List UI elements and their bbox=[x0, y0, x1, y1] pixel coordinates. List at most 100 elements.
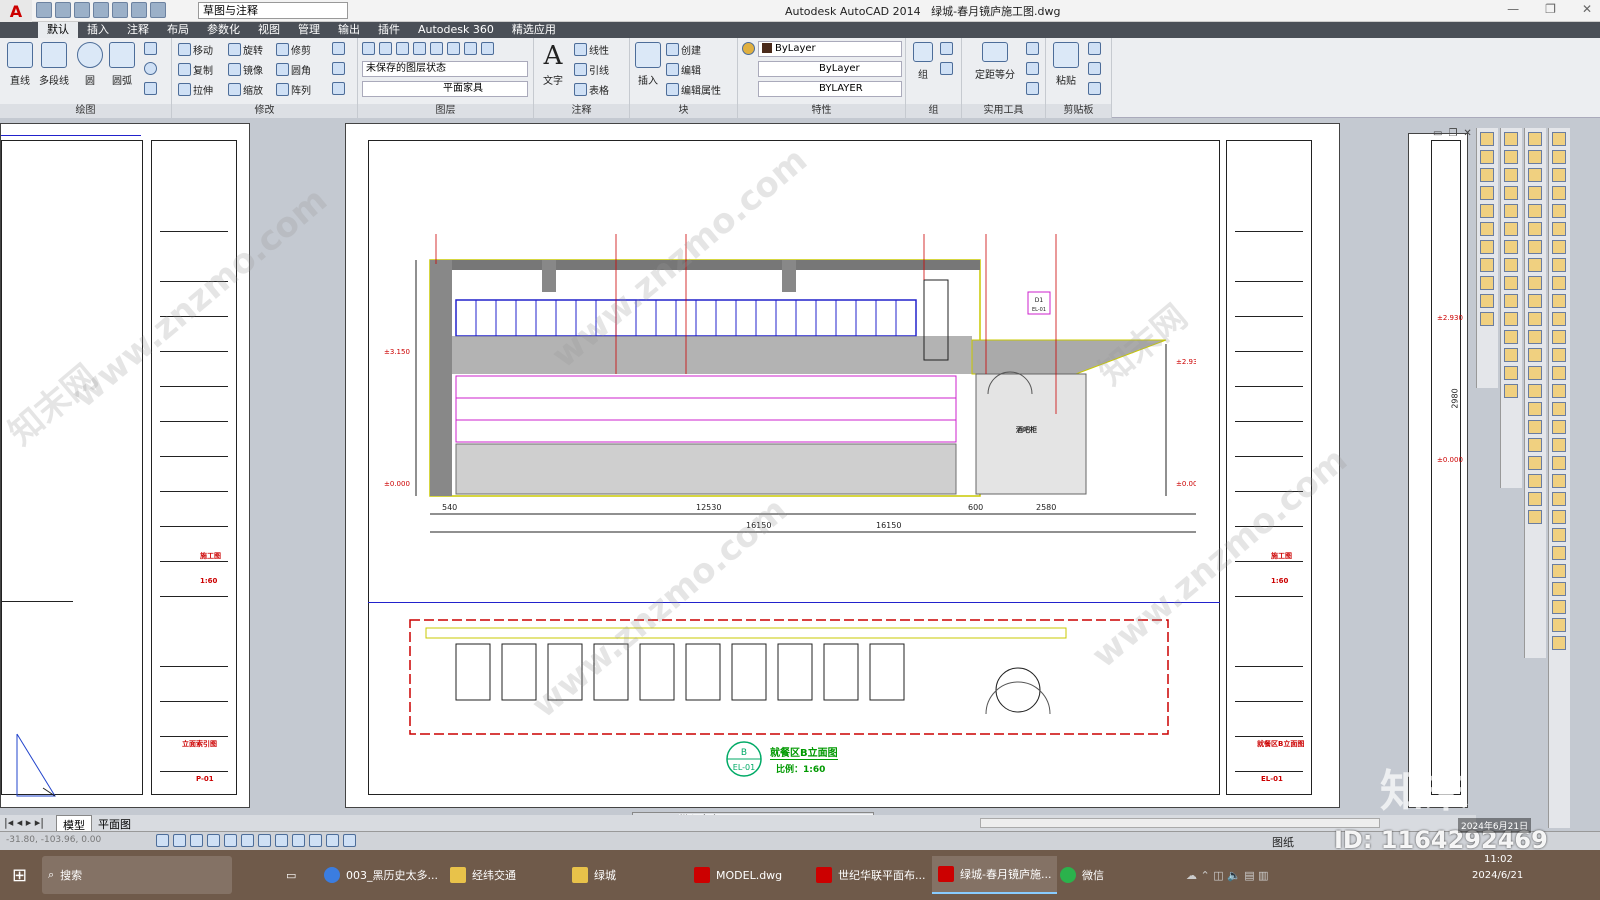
polar-icon[interactable] bbox=[207, 834, 220, 847]
tab-autodesk360[interactable]: Autodesk 360 bbox=[409, 22, 503, 38]
mirror-tool[interactable]: 镜像 bbox=[228, 62, 263, 77]
layer-properties-icon[interactable] bbox=[362, 42, 375, 55]
taskbar-item-autocad-2[interactable]: 世纪华联平面布... bbox=[810, 856, 932, 894]
paste-tool[interactable]: 粘贴 bbox=[1052, 42, 1080, 87]
quick-calc-tool[interactable] bbox=[1026, 42, 1039, 55]
edit-attributes-tool[interactable]: 编辑属性 bbox=[666, 82, 721, 97]
tool-icon[interactable] bbox=[1552, 618, 1566, 632]
tool-icon[interactable] bbox=[1552, 186, 1566, 200]
tool-icon[interactable] bbox=[1480, 312, 1494, 326]
tool-icon[interactable] bbox=[1552, 330, 1566, 344]
tool-icon[interactable] bbox=[1552, 366, 1566, 380]
layer-previous-icon[interactable] bbox=[396, 42, 409, 55]
close-button[interactable]: ✕ bbox=[1582, 2, 1592, 16]
tool-icon[interactable] bbox=[1528, 456, 1542, 470]
tool-icon[interactable] bbox=[1528, 222, 1542, 236]
tool-icon[interactable] bbox=[1504, 294, 1518, 308]
annotation-panel-label[interactable]: 注释 bbox=[534, 104, 629, 118]
snap-icon[interactable] bbox=[156, 834, 169, 847]
explode-tool[interactable] bbox=[332, 62, 345, 75]
tool-icon[interactable] bbox=[1528, 204, 1542, 218]
tool-icon[interactable] bbox=[1480, 222, 1494, 236]
create-block-tool[interactable]: 创建 bbox=[666, 42, 701, 57]
viewport-close-button[interactable]: ✕ bbox=[1463, 128, 1471, 139]
layer-isolate-icon[interactable] bbox=[413, 42, 426, 55]
tab-view[interactable]: 视图 bbox=[249, 22, 289, 38]
copy-tool[interactable]: 复制 bbox=[178, 62, 213, 77]
utilities-panel-label[interactable]: 实用工具 bbox=[962, 104, 1045, 118]
cut-tool[interactable] bbox=[1088, 42, 1101, 55]
tool-icon[interactable] bbox=[1552, 312, 1566, 326]
qp-icon[interactable] bbox=[343, 834, 356, 847]
tool-icon[interactable] bbox=[1552, 528, 1566, 542]
tool-icon[interactable] bbox=[1552, 456, 1566, 470]
insert-tool[interactable]: 插入 bbox=[634, 42, 662, 87]
taskbar-item-wechat[interactable]: 微信 bbox=[1054, 856, 1110, 894]
tool-icon[interactable] bbox=[1504, 132, 1518, 146]
autocad-logo[interactable]: A bbox=[0, 0, 32, 22]
tool-icon[interactable] bbox=[1504, 186, 1518, 200]
tool-icon[interactable] bbox=[1504, 204, 1518, 218]
layer-off-icon[interactable] bbox=[447, 42, 460, 55]
tool-icon[interactable] bbox=[1528, 366, 1542, 380]
id-point-tool[interactable] bbox=[1026, 62, 1039, 75]
tool-icon[interactable] bbox=[1504, 222, 1518, 236]
tab-layout[interactable]: 布局 bbox=[158, 22, 198, 38]
modify-panel-label[interactable]: 修改 bbox=[172, 104, 357, 118]
clock-time[interactable]: 11:02 bbox=[1484, 854, 1513, 865]
tool-icon[interactable] bbox=[1480, 132, 1494, 146]
tool-icon[interactable] bbox=[1504, 258, 1518, 272]
viewport-minimize-button[interactable]: ▭ bbox=[1433, 128, 1442, 139]
match-properties-tool[interactable] bbox=[742, 42, 755, 55]
tool-icon[interactable] bbox=[1528, 168, 1542, 182]
tab-default[interactable]: 默认 bbox=[38, 22, 78, 38]
tool-icon[interactable] bbox=[1480, 294, 1494, 308]
tool-icon[interactable] bbox=[1528, 420, 1542, 434]
taskbar-item-chrome[interactable]: 003_黑历史太多... bbox=[318, 856, 444, 894]
polyline-tool[interactable]: 多段线 bbox=[38, 42, 70, 87]
table-tool[interactable]: 表格 bbox=[574, 82, 609, 97]
drawing-canvas[interactable]: 施工图 1:60 立面索引图 P-01 D1 EL-01 酒吧柜 540 125… bbox=[0, 118, 1476, 815]
tool-icon[interactable] bbox=[1504, 276, 1518, 290]
tool-icon[interactable] bbox=[1552, 600, 1566, 614]
lineweight-dropdown[interactable]: BYLAYER bbox=[758, 81, 902, 97]
open-file-icon[interactable] bbox=[55, 2, 71, 18]
tool-icon[interactable] bbox=[1528, 258, 1542, 272]
trim-tool[interactable]: 修剪 bbox=[276, 42, 311, 57]
ducs-icon[interactable] bbox=[275, 834, 288, 847]
edit-block-tool[interactable]: 编辑 bbox=[666, 62, 701, 77]
match-clip-tool[interactable] bbox=[1088, 82, 1101, 95]
tool-icon[interactable] bbox=[1480, 240, 1494, 254]
layer-unlock-icon[interactable] bbox=[481, 42, 494, 55]
tool-icon[interactable] bbox=[1552, 636, 1566, 650]
erase-tool[interactable] bbox=[332, 42, 345, 55]
maximize-button[interactable]: ❐ bbox=[1545, 2, 1556, 16]
dyn-icon[interactable] bbox=[292, 834, 305, 847]
linetype-dropdown[interactable]: ByLayer bbox=[758, 61, 902, 77]
tool-icon[interactable] bbox=[1552, 258, 1566, 272]
tool-icon[interactable] bbox=[1552, 492, 1566, 506]
ellipse-tool[interactable] bbox=[144, 62, 157, 75]
tool-icon[interactable] bbox=[1552, 294, 1566, 308]
tool-icon[interactable] bbox=[1504, 168, 1518, 182]
arc-tool[interactable]: 圆弧 bbox=[108, 42, 136, 87]
list-tool[interactable] bbox=[1026, 82, 1039, 95]
fillet-tool[interactable]: 圆角 bbox=[276, 62, 311, 77]
tool-icon[interactable] bbox=[1480, 276, 1494, 290]
tool-icon[interactable] bbox=[1528, 150, 1542, 164]
tool-icon[interactable] bbox=[1528, 312, 1542, 326]
array-tool[interactable]: 阵列 bbox=[276, 82, 311, 97]
tool-icon[interactable] bbox=[1552, 384, 1566, 398]
layer-match-icon[interactable] bbox=[379, 42, 392, 55]
layer-state-dropdown[interactable]: 未保存的图层状态 bbox=[362, 61, 528, 77]
tool-icon[interactable] bbox=[1552, 132, 1566, 146]
clipboard-panel-label[interactable]: 剪贴板 bbox=[1046, 104, 1111, 118]
tool-icon[interactable] bbox=[1552, 348, 1566, 362]
tool-icon[interactable] bbox=[1480, 186, 1494, 200]
tool-icon[interactable] bbox=[1552, 510, 1566, 524]
layer-dropdown[interactable]: 平面家具 bbox=[362, 81, 528, 97]
tool-icon[interactable] bbox=[1528, 474, 1542, 488]
grid-icon[interactable] bbox=[173, 834, 186, 847]
color-dropdown[interactable]: ByLayer bbox=[758, 41, 902, 57]
tool-icon[interactable] bbox=[1528, 492, 1542, 506]
